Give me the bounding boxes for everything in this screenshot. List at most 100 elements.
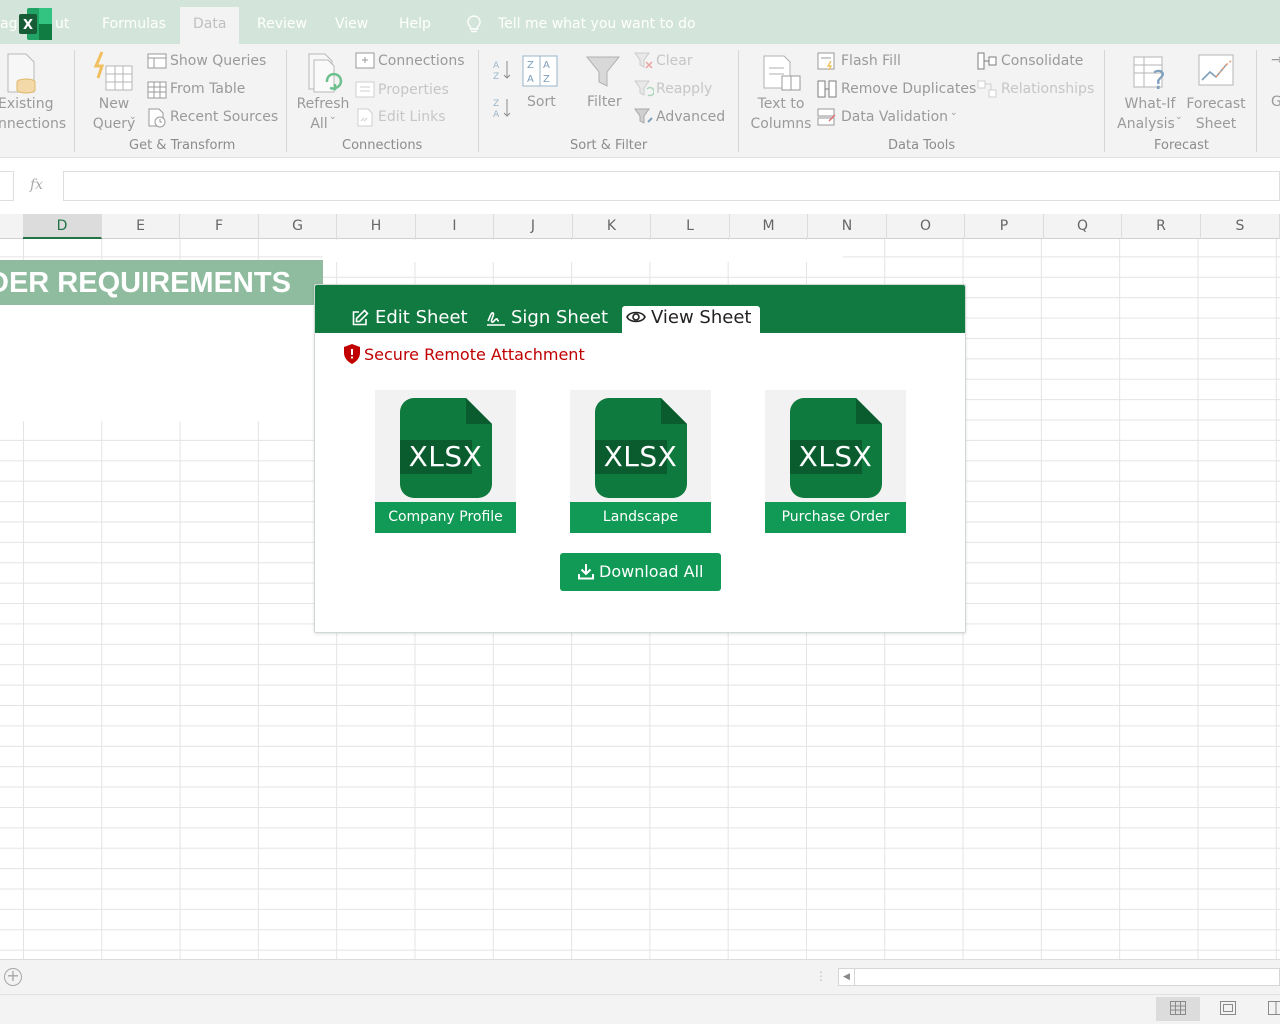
- sort-a-to-z-icon: A Z: [493, 61, 511, 82]
- download-all-button[interactable]: Download All: [560, 553, 721, 591]
- edit-links-icon: [357, 108, 373, 127]
- existing-connections-button[interactable]: Existing nnections: [0, 94, 67, 134]
- normal-view-icon: [1170, 1001, 1186, 1015]
- forecast-sheet-button[interactable]: Forecast Sheet: [1184, 94, 1248, 134]
- column-header[interactable]: S: [1201, 214, 1280, 239]
- file-name-label: Landscape: [570, 502, 711, 533]
- show-queries-button[interactable]: Show Queries: [170, 53, 266, 69]
- name-box[interactable]: [0, 171, 14, 201]
- column-header[interactable]: Q: [1044, 214, 1122, 239]
- tab-help[interactable]: Help: [399, 16, 431, 32]
- tab-data[interactable]: Data: [180, 7, 240, 44]
- svg-text:?: ?: [1152, 66, 1166, 95]
- new-query-line1: New: [98, 96, 130, 112]
- consolidate-icon: [977, 52, 997, 70]
- group-label-sort-filter: Sort & Filter: [570, 138, 648, 153]
- existing-connections-line2: nnections: [0, 116, 67, 132]
- properties-icon: [355, 81, 375, 98]
- what-if-line1: What-If: [1124, 96, 1176, 112]
- relationships-button[interactable]: Relationships: [1001, 81, 1094, 97]
- tab-view-sheet-label: View Sheet: [651, 307, 752, 328]
- refresh-all-line1: Refresh: [296, 96, 350, 112]
- scroll-left-arrow-icon[interactable]: ◀: [839, 969, 855, 985]
- page-break-view-button[interactable]: [1254, 997, 1280, 1021]
- clipped-ribbon-label[interactable]: G: [1271, 94, 1280, 110]
- consolidate-button[interactable]: Consolidate: [1001, 53, 1083, 69]
- signature-icon: [487, 312, 505, 326]
- tab-formulas[interactable]: Formulas: [102, 16, 166, 32]
- tab-clipped-left[interactable]: ag: [0, 16, 17, 32]
- column-header[interactable]: H: [337, 214, 416, 239]
- svg-text:A: A: [493, 61, 500, 71]
- horizontal-scrollbar[interactable]: ◀: [838, 968, 1280, 986]
- page-layout-icon: [1220, 1001, 1236, 1015]
- file-card-landscape[interactable]: XLSX Landscape: [570, 390, 711, 533]
- title-cell-text: DER REQUIREMENTS: [0, 267, 291, 299]
- filter-funnel-icon: [585, 56, 621, 87]
- column-header[interactable]: R: [1122, 214, 1201, 239]
- insert-function-icon[interactable]: fx: [30, 177, 43, 193]
- title-cell[interactable]: DER REQUIREMENTS: [0, 260, 323, 305]
- svg-text:Z: Z: [493, 99, 499, 109]
- tab-layout[interactable]: ut: [55, 16, 69, 32]
- file-name-label: Purchase Order: [765, 502, 906, 533]
- tab-edit-sheet[interactable]: Edit Sheet: [351, 307, 471, 333]
- column-header[interactable]: P: [965, 214, 1044, 239]
- connections-button[interactable]: Connections: [378, 53, 465, 69]
- tab-sign-sheet-label: Sign Sheet: [511, 307, 609, 328]
- file-extension-label: XLSX: [603, 440, 678, 473]
- from-table-button[interactable]: From Table: [170, 81, 245, 97]
- tab-split-handle[interactable]: ⋮: [815, 969, 827, 983]
- column-header[interactable]: J: [494, 214, 573, 239]
- refresh-all-icon: [308, 53, 343, 93]
- page-layout-view-button[interactable]: [1206, 997, 1250, 1021]
- chevron-down-icon: ⌄: [329, 112, 337, 122]
- data-validation-icon: [817, 108, 836, 126]
- chevron-down-icon: ⌄: [1175, 112, 1183, 122]
- file-card-purchase-order[interactable]: XLSX Purchase Order: [765, 390, 906, 533]
- column-header[interactable]: G: [259, 214, 337, 239]
- tab-review[interactable]: Review: [257, 16, 307, 32]
- flash-fill-button[interactable]: Flash Fill: [841, 53, 901, 69]
- add-sheet-button[interactable]: +: [4, 968, 22, 986]
- column-header[interactable]: L: [651, 214, 730, 239]
- clear-button[interactable]: Clear: [656, 53, 693, 69]
- advanced-button[interactable]: Advanced: [656, 109, 725, 125]
- tab-sign-sheet[interactable]: Sign Sheet: [486, 307, 612, 333]
- data-validation-button[interactable]: Data Validation: [841, 109, 948, 125]
- svg-text:X: X: [23, 18, 33, 33]
- forecast-sheet-line1: Forecast: [1186, 96, 1246, 112]
- column-header[interactable]: F: [180, 214, 259, 239]
- ribbon-separator: [286, 50, 287, 152]
- column-header[interactable]: N: [808, 214, 887, 239]
- column-header[interactable]: M: [730, 214, 808, 239]
- column-header[interactable]: O: [887, 214, 965, 239]
- formula-input[interactable]: [63, 171, 1280, 201]
- column-header[interactable]: I: [416, 214, 494, 239]
- properties-button[interactable]: Properties: [378, 82, 449, 98]
- column-headers: D E F G H I J K L M N O P Q R S: [0, 214, 1280, 239]
- filter-button[interactable]: Filter: [587, 94, 622, 110]
- remove-duplicates-button[interactable]: Remove Duplicates: [841, 81, 976, 97]
- file-card-company-profile[interactable]: XLSX Company Profile: [375, 390, 516, 533]
- normal-view-button[interactable]: [1156, 997, 1200, 1021]
- clear-filter-icon: [634, 52, 653, 69]
- tab-view-sheet[interactable]: View Sheet: [622, 306, 760, 333]
- ribbon-separator: [74, 50, 75, 152]
- what-if-line2: Analysis: [1117, 116, 1175, 132]
- sort-button[interactable]: Sort: [527, 94, 556, 110]
- text-to-columns-line2: Columns: [750, 116, 812, 132]
- refresh-all-button[interactable]: Refresh All: [295, 94, 351, 134]
- edit-links-button[interactable]: Edit Links: [378, 109, 446, 125]
- download-all-label: Download All: [599, 562, 704, 581]
- column-header[interactable]: E: [102, 214, 180, 239]
- excel-logo-icon: X: [19, 8, 52, 40]
- group-label-get-transform: Get & Transform: [129, 138, 236, 153]
- reapply-button[interactable]: Reapply: [656, 81, 712, 97]
- tab-view[interactable]: View: [335, 16, 368, 32]
- recent-sources-button[interactable]: Recent Sources: [170, 109, 278, 125]
- text-to-columns-button[interactable]: Text to Columns: [748, 94, 814, 134]
- svg-text:A: A: [493, 110, 500, 120]
- column-header[interactable]: D: [23, 214, 102, 239]
- column-header[interactable]: K: [573, 214, 651, 239]
